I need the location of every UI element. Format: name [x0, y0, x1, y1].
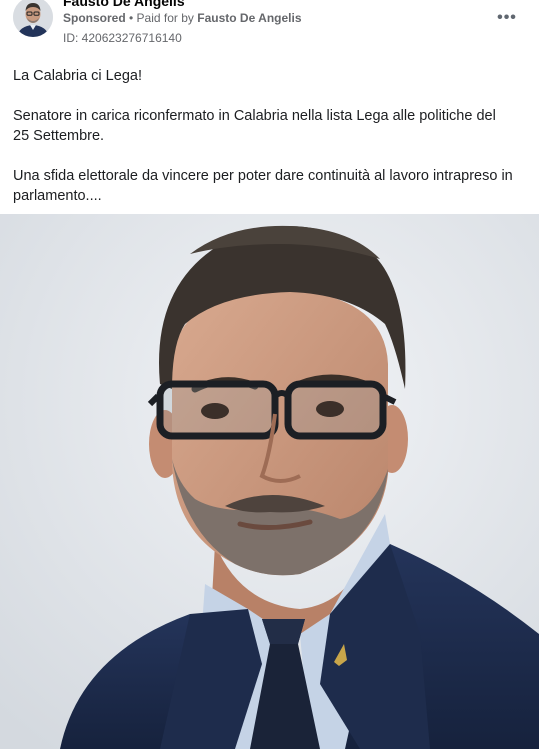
- paid-for-prefix: Paid for by: [136, 11, 198, 25]
- paid-for-name: Fausto De Angelis: [197, 11, 302, 25]
- more-horizontal-icon: •••: [497, 9, 517, 26]
- post-text-line-2: Senatore in carica riconfermato in Calab…: [13, 108, 496, 144]
- sponsored-label: Sponsored: [63, 11, 126, 25]
- post-text: La Calabria ci Lega! Senatore in carica …: [13, 66, 513, 206]
- portrait-photo: [0, 214, 539, 749]
- post-text-line-1: La Calabria ci Lega!: [13, 68, 142, 84]
- author-avatar[interactable]: [13, 0, 53, 37]
- separator-dot: •: [125, 11, 137, 25]
- post-image[interactable]: [0, 214, 539, 749]
- post-text-line-3: Una sfida elettorale da vincere per pote…: [13, 168, 513, 204]
- sponsor-line: Sponsored • Paid for by Fausto De Angeli…: [63, 11, 302, 25]
- more-options-button[interactable]: •••: [494, 8, 520, 28]
- author-name[interactable]: Fausto De Angelis: [63, 0, 185, 9]
- ad-post: Fausto De Angelis Sponsored • Paid for b…: [0, 0, 539, 749]
- post-header: Fausto De Angelis Sponsored • Paid for b…: [0, 0, 539, 56]
- ad-id: ID: 420623276716140: [63, 31, 182, 45]
- person-avatar-icon: [13, 0, 53, 37]
